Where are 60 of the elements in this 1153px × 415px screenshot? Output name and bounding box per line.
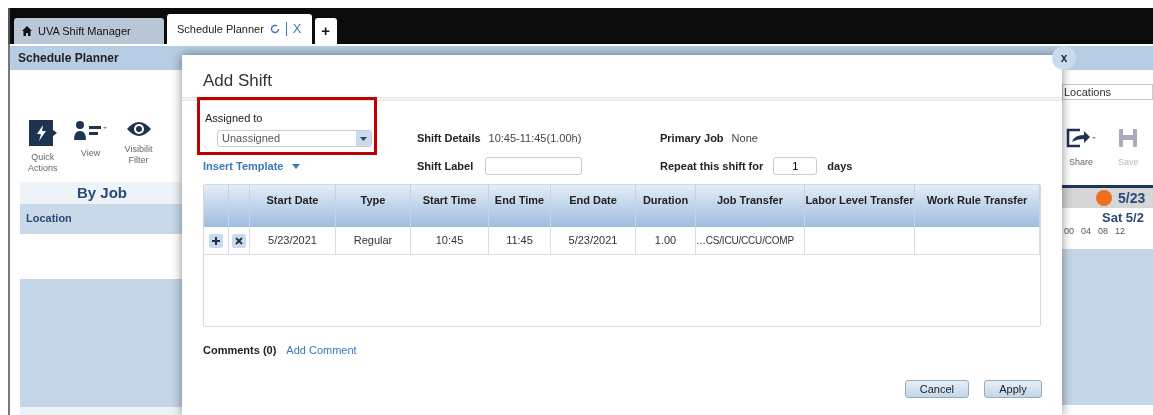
toolbar-label[interactable]: Quick Actions: [28, 152, 58, 174]
lightning-icon: [28, 120, 57, 146]
column-header: Start Time: [411, 185, 489, 227]
date-header: 5/23: [1118, 188, 1146, 208]
locations-field[interactable]: Locations: [1062, 84, 1153, 100]
column-header: Location: [20, 204, 184, 234]
tab[interactable]: UVA Shift Manager: [14, 18, 164, 44]
caret-icon: [356, 130, 371, 146]
refresh-icon[interactable]: [269, 24, 280, 34]
hour-tick: 08: [1098, 225, 1109, 238]
group-header: By Job: [76, 183, 128, 203]
caret-icon: [291, 163, 300, 169]
person-list-icon: [73, 120, 108, 142]
table-cell: Regular: [336, 227, 411, 254]
add-tab-button[interactable]: +: [314, 18, 337, 44]
primary-job-value: None: [731, 131, 758, 146]
field-label: Shift Label: [417, 158, 474, 174]
eye-icon: [126, 120, 151, 138]
share-icon: [1066, 128, 1096, 148]
dialog-button[interactable]: Cancel: [904, 379, 969, 398]
assigned-dropdown[interactable]: Unassigned: [217, 129, 372, 147]
day-header: Sat 5/2: [1101, 209, 1145, 225]
column-header: End Time: [489, 185, 551, 227]
toolbar-label[interactable]: Visibilit Filter: [124, 144, 153, 166]
tab[interactable]: Schedule Planner X: [167, 14, 312, 44]
column-header: Type: [336, 185, 411, 227]
field-label: Assigned to: [205, 111, 264, 126]
hour-tick: 00: [1064, 225, 1074, 238]
toolbar-label[interactable]: View: [80, 148, 101, 159]
comments-label: Comments (0): [203, 343, 277, 358]
toolbar-label[interactable]: Share: [1069, 156, 1093, 170]
column-header: Labor Level Transfer: [805, 185, 915, 227]
table-cell: 5/23/2021: [250, 227, 336, 254]
hour-tick: 12: [1115, 225, 1126, 238]
shift-label-field[interactable]: [485, 157, 583, 175]
add-row-icon[interactable]: [209, 233, 223, 248]
table-cell: 10:45: [411, 227, 489, 254]
field-label: Repeat this shift for: [660, 158, 764, 174]
table-cell: …CS/ICU/CCU/COMP: [696, 227, 805, 254]
column-header: Job Transfer: [696, 185, 805, 227]
unit-label: days: [827, 158, 853, 174]
delete-row-icon[interactable]: [232, 233, 246, 248]
repeat-days-field[interactable]: 1: [773, 157, 818, 175]
shift-details-value: 10:45-11:45(1.00h): [488, 131, 582, 146]
add-comment-link[interactable]: Add Comment: [286, 342, 357, 359]
field-label: Shift Details: [417, 131, 481, 146]
column-header: Work Rule Transfer: [915, 185, 1040, 227]
close-tab-button[interactable]: X: [292, 19, 302, 39]
column-header: Duration: [636, 185, 696, 227]
dialog-title: Add Shift: [202, 70, 273, 92]
insert-template-link[interactable]: Insert Template: [203, 158, 284, 175]
field-label: Primary Job: [660, 131, 724, 146]
hour-tick: 04: [1081, 225, 1092, 238]
table-cell: 1.00: [636, 227, 696, 254]
column-header: End Date: [551, 185, 636, 227]
home-icon: [22, 26, 32, 36]
dialog-button[interactable]: Apply: [984, 379, 1042, 398]
table-cell: 11:45: [489, 227, 551, 254]
table-cell: 5/23/2021: [551, 227, 636, 254]
column-header: Start Date: [250, 185, 336, 227]
